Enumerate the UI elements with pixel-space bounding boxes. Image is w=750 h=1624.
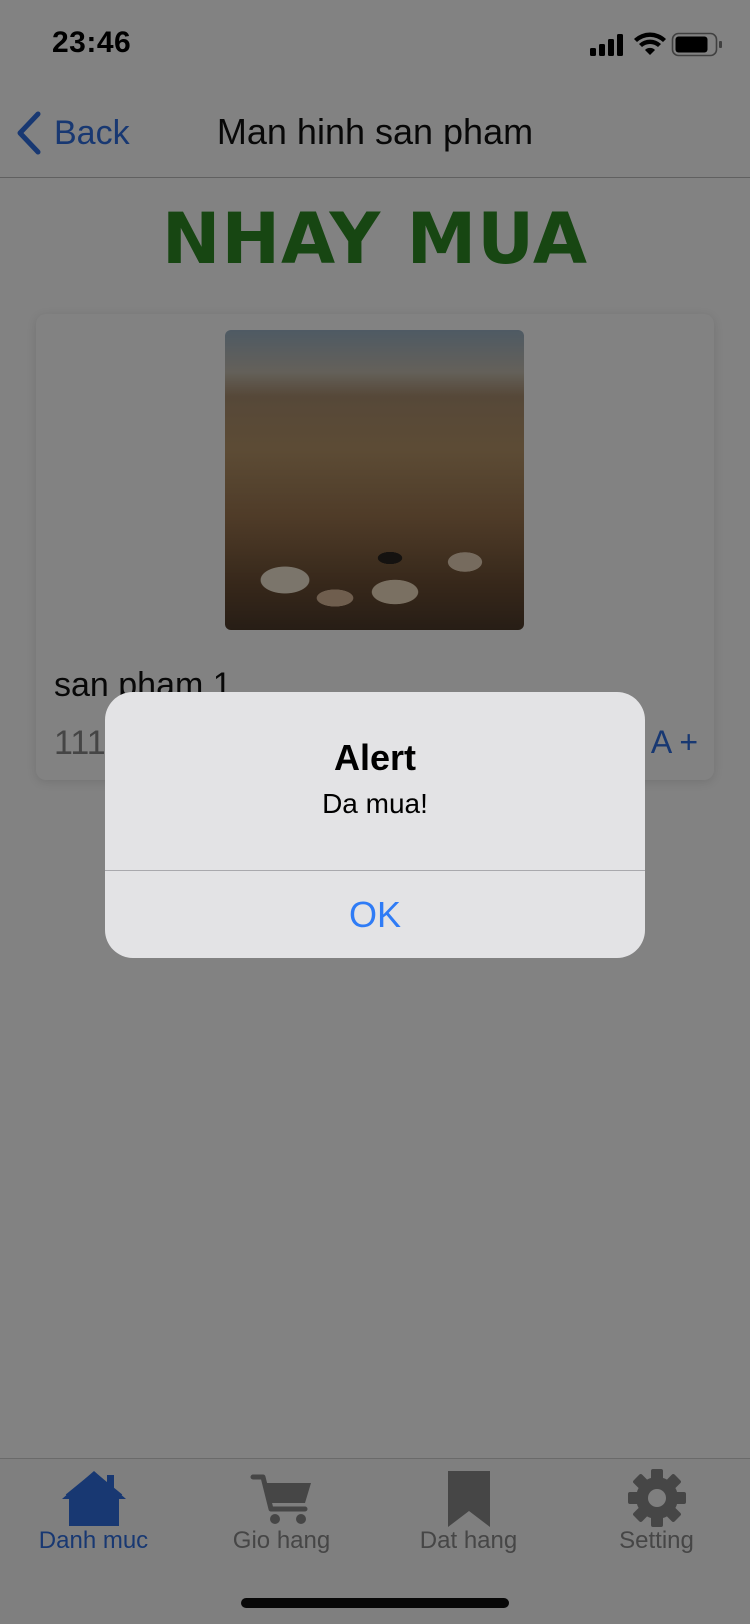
alert-message: Da mua!: [322, 788, 428, 819]
alert-ok-button[interactable]: OK: [105, 871, 645, 958]
alert-title: Alert: [333, 737, 417, 778]
alert-dialog: Alert Da mua! OK: [105, 692, 645, 958]
